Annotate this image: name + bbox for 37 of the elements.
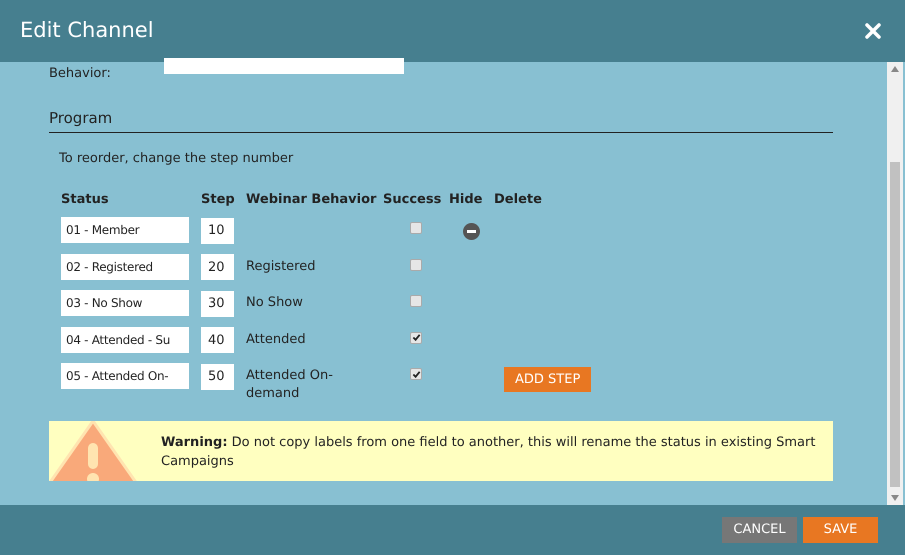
column-header: Delete bbox=[494, 190, 543, 208]
column-header: Webinar Behavior bbox=[246, 190, 378, 208]
status-field[interactable]: 03 - No Show bbox=[61, 290, 189, 316]
webinar-behavior-text: Attended bbox=[246, 330, 307, 348]
scrollbar[interactable] bbox=[887, 62, 903, 505]
step-field[interactable]: 50 bbox=[201, 364, 234, 390]
column-header: Hide bbox=[449, 190, 484, 208]
close-icon[interactable] bbox=[865, 23, 881, 39]
window-title: Edit Channel bbox=[20, 17, 154, 44]
column-header: Status bbox=[61, 190, 110, 208]
webinar-behavior-text: Registered bbox=[246, 258, 316, 276]
step-field[interactable]: 10 bbox=[201, 218, 234, 244]
success-checkbox[interactable] bbox=[410, 332, 422, 344]
webinar-behavior-text: Attended On-demand bbox=[246, 367, 334, 403]
hint-text: To reorder, change the step number bbox=[59, 150, 294, 168]
success-checkbox[interactable] bbox=[410, 222, 422, 234]
step-field[interactable]: 30 bbox=[201, 290, 234, 316]
scroll-down-icon[interactable] bbox=[891, 495, 899, 501]
status-field[interactable]: 04 - Attended - Su bbox=[61, 326, 189, 352]
step-field[interactable]: 20 bbox=[201, 254, 234, 280]
success-checkbox[interactable] bbox=[410, 368, 422, 380]
column-header: Success bbox=[383, 190, 442, 208]
webinar-behavior-text: No Show bbox=[246, 294, 304, 312]
section-title: Program bbox=[49, 109, 112, 127]
minus-circle-icon[interactable] bbox=[463, 223, 480, 240]
step-field[interactable]: 40 bbox=[201, 327, 234, 353]
warning-text: Warning: Do not copy labels from one field to another, this will rename the status in existing Smart Campaigns bbox=[161, 434, 816, 471]
status-field[interactable]: 01 - Member bbox=[61, 217, 189, 243]
input-field[interactable] bbox=[164, 58, 404, 74]
scroll-up-icon[interactable] bbox=[891, 66, 899, 72]
cancel-button[interactable]: CANCEL bbox=[722, 517, 797, 543]
column-header: Step bbox=[201, 190, 236, 208]
field-label: Behavior: bbox=[49, 65, 112, 83]
success-checkbox[interactable] bbox=[410, 258, 422, 270]
success-checkbox[interactable] bbox=[410, 295, 422, 307]
status-field[interactable]: 05 - Attended On- bbox=[61, 363, 189, 389]
status-field[interactable]: 02 - Registered bbox=[61, 254, 189, 280]
